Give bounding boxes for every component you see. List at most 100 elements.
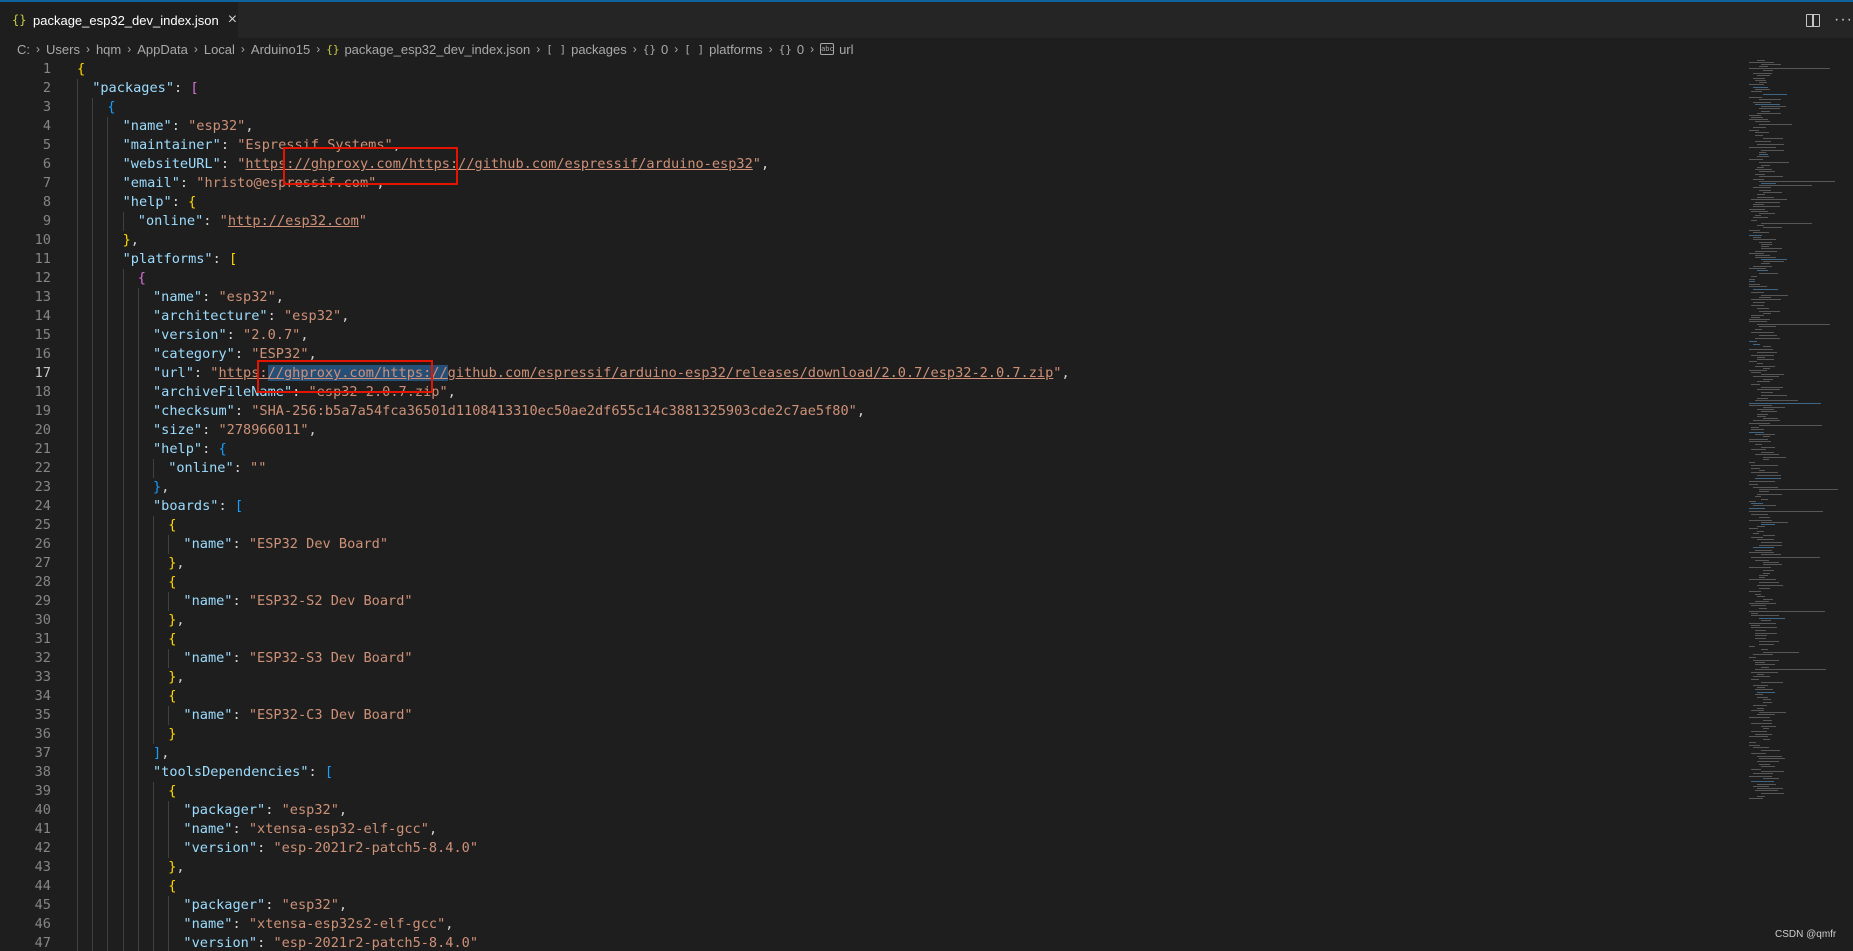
- code-line[interactable]: 34 {: [0, 687, 1745, 706]
- code-line[interactable]: 26 "name": "ESP32 Dev Board": [0, 535, 1745, 554]
- code-line[interactable]: 17 "url": "https://ghproxy.com/https://gi…: [0, 364, 1745, 383]
- line-number: 37: [34, 745, 51, 761]
- split-editor-icon[interactable]: [1806, 13, 1821, 27]
- code-line[interactable]: 39 {: [0, 782, 1745, 801]
- code-line[interactable]: 33},: [0, 668, 1745, 687]
- code-line[interactable]: 35 "name": "ESP32-C3 Dev Board": [0, 706, 1745, 725]
- code-line[interactable]: 3{: [0, 98, 1745, 117]
- code-line[interactable]: 22 "online": "": [0, 459, 1745, 478]
- breadcrumb-drive[interactable]: C:: [17, 42, 30, 57]
- code-line[interactable]: 38 "toolsDependencies": [: [0, 763, 1745, 782]
- code-token: ,: [1061, 365, 1070, 381]
- code-line[interactable]: 25 {: [0, 516, 1745, 535]
- code-line[interactable]: 43},: [0, 858, 1745, 877]
- code-line[interactable]: 41 "name": "xtensa-esp32-elf-gcc",: [0, 820, 1745, 839]
- code-line[interactable]: 10},: [0, 231, 1745, 250]
- code-line[interactable]: 7 "email": "hristo@espressif.com",: [0, 174, 1745, 193]
- indent-guide: [92, 383, 94, 402]
- code-line[interactable]: 9 "online": "http://esp32.com": [0, 212, 1745, 231]
- minimap-line: [1761, 726, 1776, 727]
- breadcrumb-url[interactable]: url: [839, 42, 853, 57]
- code-line[interactable]: 14 "architecture": "esp32",: [0, 307, 1745, 326]
- code-line[interactable]: 45 "packager": "esp32",: [0, 896, 1745, 915]
- code-line[interactable]: 40 "packager": "esp32",: [0, 801, 1745, 820]
- code-line[interactable]: 36}: [0, 725, 1745, 744]
- code-token: "esp32": [281, 802, 339, 818]
- minimap-line: [1757, 381, 1770, 382]
- close-icon[interactable]: ×: [228, 11, 237, 29]
- code-line[interactable]: 11 "platforms": [: [0, 250, 1745, 269]
- editor-tab[interactable]: {} package_esp32_dev_index.json ×: [0, 2, 238, 38]
- code-token: ,: [245, 118, 254, 134]
- minimap-line: [1757, 324, 1830, 325]
- code-line[interactable]: 44 {: [0, 877, 1745, 896]
- code-line[interactable]: 12 {: [0, 269, 1745, 288]
- minimap[interactable]: [1745, 60, 1853, 951]
- more-actions-icon[interactable]: ···: [1834, 11, 1853, 29]
- code-line[interactable]: 6 "websiteURL": "https://ghproxy.com/http…: [0, 155, 1745, 174]
- code-line[interactable]: 30},: [0, 611, 1745, 630]
- code-line[interactable]: 29 "name": "ESP32-S2 Dev Board": [0, 592, 1745, 611]
- minimap-line: [1763, 702, 1772, 703]
- indent-guide: [77, 478, 78, 497]
- code-line[interactable]: 15 "version": "2.0.7",: [0, 326, 1745, 345]
- code-line[interactable]: 16 "category": "ESP32",: [0, 345, 1745, 364]
- code-token: "Espressif Systems": [237, 137, 393, 153]
- code-line[interactable]: 8 "help": {: [0, 193, 1745, 212]
- code-line[interactable]: 42 "version": "esp-2021r2-patch5-8.4.0": [0, 839, 1745, 858]
- code-token: ,: [392, 137, 401, 153]
- breadcrumb-users[interactable]: Users: [46, 42, 80, 57]
- indent-guide: [122, 269, 124, 288]
- code-line[interactable]: 20 "size": "278966011",: [0, 421, 1745, 440]
- code-token: :: [265, 897, 282, 913]
- code-line[interactable]: 2 "packages": [: [0, 79, 1745, 98]
- breadcrumb-appdata[interactable]: AppData: [137, 42, 188, 57]
- code-line[interactable]: 27},: [0, 554, 1745, 573]
- indent-guide: [122, 440, 124, 459]
- indent-guide: [107, 459, 109, 478]
- code-line[interactable]: 32 "name": "ESP32-S3 Dev Board": [0, 649, 1745, 668]
- code-line[interactable]: 23},: [0, 478, 1745, 497]
- code-line[interactable]: 47 "version": "esp-2021r2-patch5-8.4.0": [0, 934, 1745, 951]
- code-line[interactable]: 4 "name": "esp32",: [0, 117, 1745, 136]
- minimap-line: [1757, 692, 1775, 693]
- breadcrumb-index-0[interactable]: 0: [661, 42, 668, 57]
- code-line[interactable]: 18 "archiveFileName": "esp32-2.0.7.zip",: [0, 383, 1745, 402]
- code-line[interactable]: 13 "name": "esp32",: [0, 288, 1745, 307]
- code-line[interactable]: 1{: [0, 60, 1745, 79]
- line-number: 2: [42, 80, 51, 96]
- code-line[interactable]: 21 "help": {: [0, 440, 1745, 459]
- code-line[interactable]: 28 {: [0, 573, 1745, 592]
- minimap-line: [1759, 181, 1835, 182]
- code-line[interactable]: 19 "checksum": "SHA-256:b5a7a54fca36501d1…: [0, 402, 1745, 421]
- breadcrumb-packages[interactable]: packages: [571, 42, 627, 57]
- line-number: 42: [34, 840, 51, 856]
- code-line[interactable]: 24 "boards": [: [0, 497, 1745, 516]
- indent-guide: [153, 611, 154, 630]
- minimap-line: [1755, 734, 1772, 735]
- breadcrumb-hqm[interactable]: hqm: [96, 42, 121, 57]
- breadcrumb-platforms[interactable]: platforms: [709, 42, 762, 57]
- minimap-line: [1753, 78, 1765, 79]
- breadcrumb-arduino15[interactable]: Arduino15: [251, 42, 310, 57]
- minimap-line: [1751, 468, 1760, 469]
- breadcrumb-local[interactable]: Local: [204, 42, 235, 57]
- code-line[interactable]: 5 "maintainer": "Espressif Systems",: [0, 136, 1745, 155]
- minimap-line: [1759, 185, 1812, 186]
- minimap-line: [1751, 769, 1761, 770]
- code-editor[interactable]: 1{2 "packages": [3{4 "name": "esp32", 5 "mai…: [0, 60, 1745, 951]
- line-number: 13: [34, 289, 51, 305]
- minimap-line: [1759, 124, 1792, 125]
- breadcrumb-file[interactable]: package_esp32_dev_index.json: [344, 42, 530, 57]
- code-token: ,: [428, 821, 438, 837]
- code-line[interactable]: 46 "name": "xtensa-esp32s2-elf-gcc",: [0, 915, 1745, 934]
- minimap-line: [1755, 478, 1781, 479]
- minimap-line: [1749, 68, 1830, 69]
- code-line[interactable]: 37],: [0, 744, 1745, 763]
- indent-guide: [122, 744, 124, 763]
- indent-guide: [92, 402, 94, 421]
- minimap-line: [1755, 121, 1770, 122]
- code-token: {: [188, 194, 197, 210]
- breadcrumb-index-0b[interactable]: 0: [797, 42, 804, 57]
- code-line[interactable]: 31 {: [0, 630, 1745, 649]
